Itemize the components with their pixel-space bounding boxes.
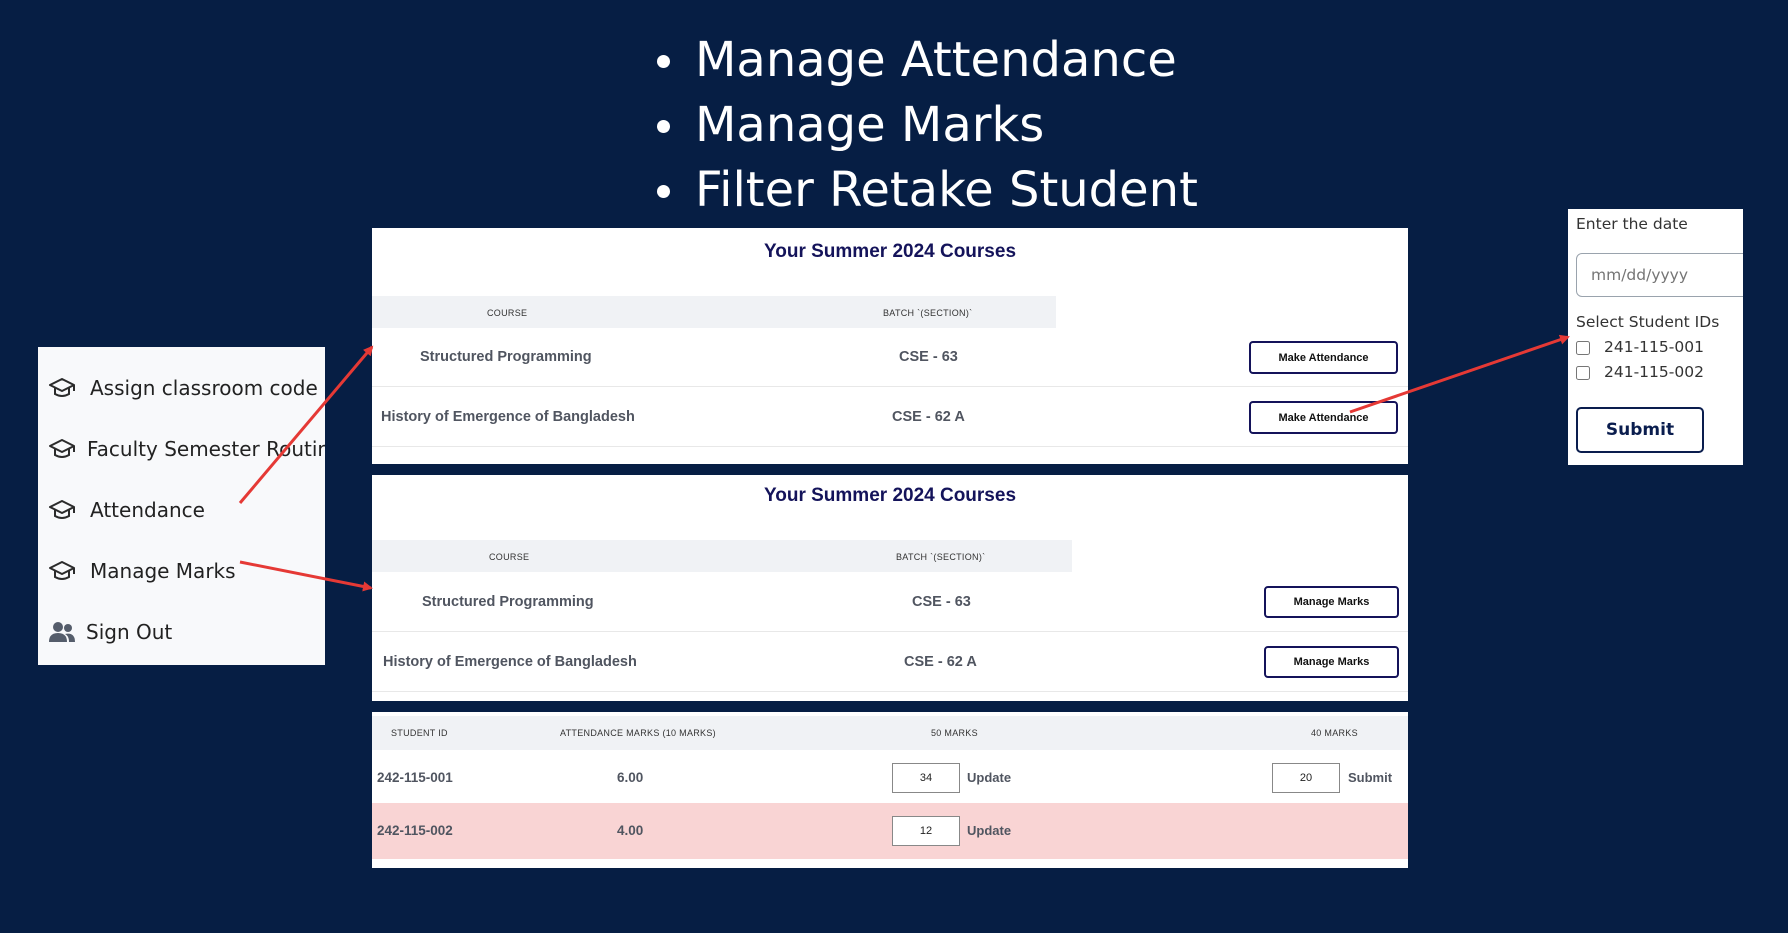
make-attendance-button[interactable]: Make Attendance <box>1249 401 1398 434</box>
table-header: COURSE BATCH `(SECTION)` <box>372 296 1056 328</box>
panel-title: Your Summer 2024 Courses <box>763 485 1017 506</box>
fifty-marks-input[interactable] <box>892 763 960 793</box>
column-header-batch: BATCH `(SECTION)` <box>883 308 973 318</box>
table-header: COURSE BATCH `(SECTION)` <box>372 540 1072 572</box>
sidebar-item-label: Sign Out <box>86 620 173 644</box>
column-header-batch: BATCH `(SECTION)` <box>896 552 986 562</box>
manage-marks-button[interactable]: Manage Marks <box>1264 646 1399 678</box>
graduation-cap-icon <box>48 436 79 462</box>
date-input[interactable] <box>1576 253 1743 297</box>
graduation-cap-icon <box>48 558 82 584</box>
marks-courses-panel: Your Summer 2024 Courses COURSE BATCH `(… <box>372 475 1408 701</box>
row-divider <box>372 386 1408 387</box>
column-header-student-id: STUDENT ID <box>391 728 448 738</box>
row-divider <box>372 691 1408 692</box>
column-header-40-marks: 40 MARKS <box>1311 728 1358 738</box>
student-checkbox[interactable] <box>1576 341 1590 355</box>
column-header-50-marks: 50 MARKS <box>931 728 978 738</box>
table-header: STUDENT ID ATTENDANCE MARKS (10 MARKS) 5… <box>372 716 1408 750</box>
sidebar-item-assign-classroom-code[interactable]: Assign classroom code <box>48 368 318 408</box>
date-label: Enter the date <box>1576 215 1688 233</box>
course-batch: CSE - 62 A <box>892 409 965 425</box>
student-checkbox[interactable] <box>1576 366 1590 380</box>
submit-marks-button[interactable]: Submit <box>1348 770 1392 785</box>
feature-item: Manage Attendance <box>655 28 1198 93</box>
table-row-retake: 242-115-002 4.00 Update <box>372 803 1408 859</box>
attendance-mark: 4.00 <box>617 823 644 838</box>
column-header-course: COURSE <box>489 552 530 562</box>
update-button[interactable]: Update <box>967 823 1011 838</box>
graduation-cap-icon <box>48 497 82 523</box>
column-header-attendance-marks: ATTENDANCE MARKS (10 MARKS) <box>560 728 716 738</box>
row-divider <box>372 631 1408 632</box>
sidebar-item-sign-out[interactable]: Sign Out <box>48 612 172 652</box>
feature-item: Manage Marks <box>655 93 1198 158</box>
student-id: 242-115-001 <box>377 770 453 785</box>
users-icon <box>48 619 78 645</box>
row-divider <box>372 446 1408 447</box>
panel-title: Your Summer 2024 Courses <box>763 241 1017 262</box>
student-id-label: 241-115-002 <box>1604 363 1704 381</box>
sidebar: Assign classroom code Faculty Semester R… <box>38 347 325 665</box>
course-batch: CSE - 63 <box>899 349 958 365</box>
sidebar-item-label: Assign classroom code <box>90 376 318 400</box>
update-button[interactable]: Update <box>967 770 1011 785</box>
sidebar-item-attendance[interactable]: Attendance <box>48 490 205 530</box>
course-name: Structured Programming <box>420 349 592 365</box>
sidebar-item-faculty-semester-routine[interactable]: Faculty Semester Routine <box>48 429 325 469</box>
graduation-cap-icon <box>48 375 82 401</box>
sidebar-item-label: Manage Marks <box>90 559 236 583</box>
student-ids-label: Select Student IDs <box>1576 313 1720 331</box>
marks-entry-table: STUDENT ID ATTENDANCE MARKS (10 MARKS) 5… <box>372 712 1408 868</box>
manage-marks-button[interactable]: Manage Marks <box>1264 586 1399 618</box>
forty-marks-input[interactable] <box>1272 763 1340 793</box>
student-id: 242-115-002 <box>377 823 453 838</box>
column-header-course: COURSE <box>487 308 528 318</box>
attendance-date-form: Enter the date Select Student IDs 241-11… <box>1568 209 1743 465</box>
course-name: History of Emergence of Bangladesh <box>383 654 637 670</box>
course-batch: CSE - 62 A <box>904 654 977 670</box>
feature-item: Filter Retake Student <box>655 158 1198 223</box>
sidebar-item-manage-marks[interactable]: Manage Marks <box>48 551 236 591</box>
attendance-mark: 6.00 <box>617 770 644 785</box>
course-batch: CSE - 63 <box>912 594 971 610</box>
course-name: History of Emergence of Bangladesh <box>381 409 635 425</box>
feature-list: Manage Attendance Manage Marks Filter Re… <box>655 28 1198 223</box>
make-attendance-button[interactable]: Make Attendance <box>1249 341 1398 374</box>
sidebar-item-label: Faculty Semester Routine <box>87 437 325 461</box>
attendance-courses-panel: Your Summer 2024 Courses COURSE BATCH `(… <box>372 228 1408 464</box>
fifty-marks-input[interactable] <box>892 816 960 846</box>
submit-button[interactable]: Submit <box>1576 407 1704 453</box>
course-name: Structured Programming <box>422 594 594 610</box>
table-row: 242-115-001 6.00 Update Submit <box>372 751 1408 807</box>
student-id-label: 241-115-001 <box>1604 338 1704 356</box>
sidebar-item-label: Attendance <box>90 498 205 522</box>
